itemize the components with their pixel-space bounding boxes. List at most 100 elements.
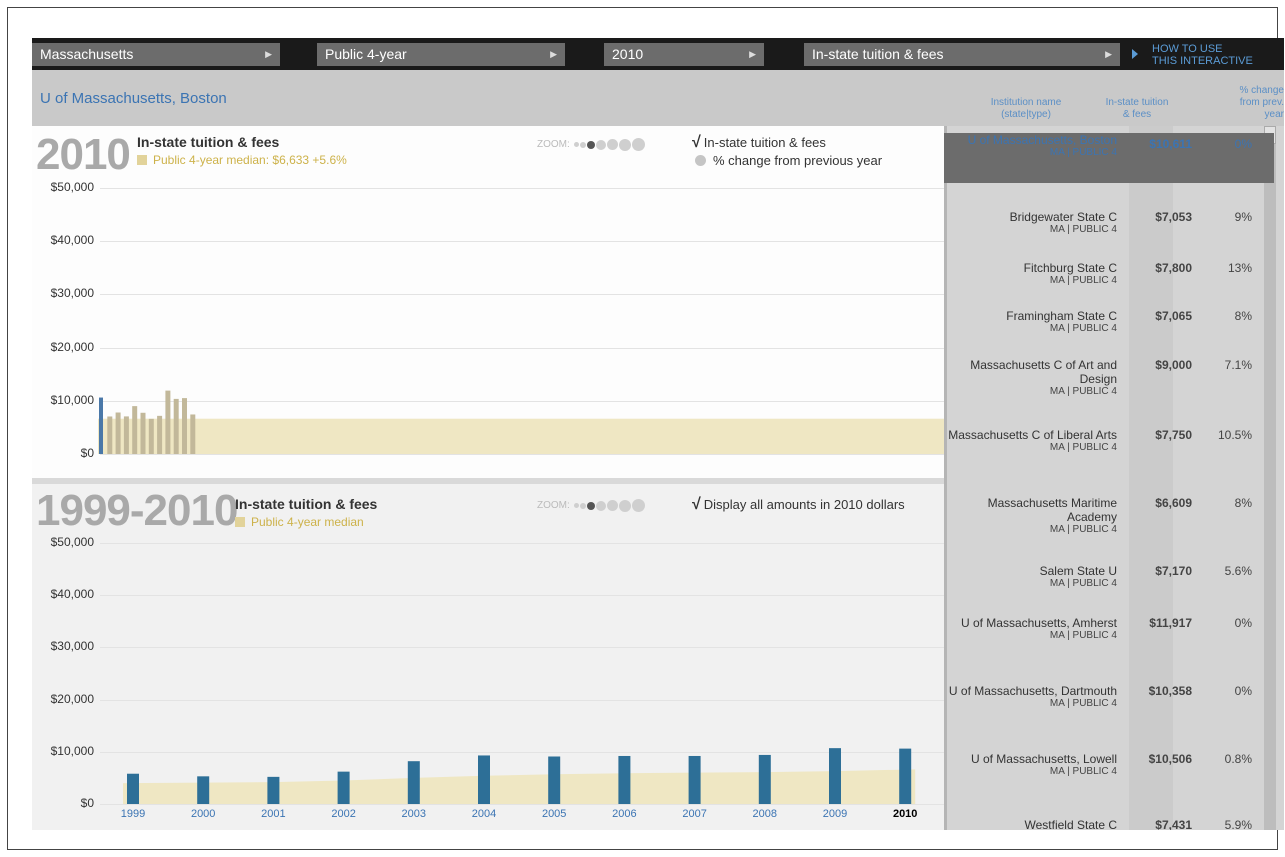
bar-year [407,761,420,804]
institution-row[interactable]: Salem State U MA | PUBLIC 4 $7,170 5.6% [944,564,1274,608]
bar-year [829,748,841,804]
bar-year [337,771,350,804]
bar-year [758,754,771,804]
history-panel: 1999-2010 In-state tuition & fees Public… [32,484,946,830]
institution-row[interactable]: Westfield State C $7,431 5.9% [944,818,1274,830]
institution-tuition: $7,431 [1155,818,1192,830]
bar-institution [107,416,113,454]
institution-row[interactable]: Fitchburg State C MA | PUBLIC 4 $7,800 13% [944,261,1274,305]
col-header-tuition-l2: & fees [1122,109,1152,120]
institution-row[interactable]: Massachusetts C of Liberal Arts MA | PUBL… [944,428,1274,488]
col-header-tuition-l1: In-state tuition [1105,97,1169,108]
bar-institution [140,412,146,454]
x-tick-label[interactable]: 2006 [612,808,636,820]
bar-institution [115,412,121,454]
year-selector[interactable]: 2010 ▶ [604,43,764,66]
institution-row[interactable]: Massachusetts C of Art and Design MA | PU… [944,358,1274,418]
bar-institution [132,406,138,454]
institution-pct-change: 8% [1234,496,1252,510]
institution-name: U of Massachusetts, Boston MA | PUBLIC 4 [947,133,1117,159]
median-band [98,418,944,454]
bar-year [548,756,561,804]
measure-selector[interactable]: In-state tuition & fees ▶ [804,43,1120,66]
institution-pct-change: 7.1% [1224,358,1252,372]
x-tick-label[interactable]: 2002 [331,808,355,820]
institution-row[interactable]: Framingham State C MA | PUBLIC 4 $7,065 8% [944,309,1274,353]
panel1-bar-chart [98,390,944,454]
institution-pct-change: 9% [1234,210,1252,224]
col-header-name[interactable]: Institution name (state|type) [976,97,1076,121]
x-tick-label[interactable]: 2010 [893,808,917,820]
chevron-right-icon: ▶ [749,49,756,59]
x-tick-label[interactable]: 2000 [191,808,215,820]
col-header-tuition[interactable]: In-state tuition & fees [1095,97,1179,121]
bar-institution [190,414,196,454]
col-header-name-l2: (state|type) [1001,109,1051,120]
institution-row[interactable]: Bridgewater State C MA | PUBLIC 4 $7,053 9% [944,210,1274,254]
bar-institution [182,398,187,454]
institution-state-type: MA | PUBLIC 4 [1049,386,1117,397]
institution-name: Salem State U MA | PUBLIC 4 [947,564,1117,590]
type-selector[interactable]: Public 4-year ▶ [317,43,565,66]
x-tick-label[interactable]: 2007 [682,808,706,820]
institution-tuition: $10,358 [1148,684,1192,698]
selector-bar: Massachusetts ▶ Public 4-year ▶ 2010 ▶ I… [32,38,1284,70]
institution-row[interactable]: U of Massachusetts, Dartmouth MA | PUBLIC… [944,684,1274,744]
institution-name: U of Massachusetts, Amherst MA | PUBLIC 4 [947,616,1117,642]
measure-selector-label: In-state tuition & fees [812,46,944,62]
institution-state-type: MA | PUBLIC 4 [1049,275,1117,286]
institution-tuition: $7,800 [1155,261,1192,275]
bar-institution [157,415,163,454]
x-tick-label[interactable]: 2003 [402,808,426,820]
col-header-change-l2: from prev. [1239,97,1284,108]
institution-tuition: $10,506 [1148,752,1192,766]
institution-tuition: $11,917 [1149,616,1192,630]
x-tick-label[interactable]: 2009 [823,808,847,820]
institution-tuition: $9,000 [1155,358,1192,372]
interactive-app: Massachusetts ▶ Public 4-year ▶ 2010 ▶ I… [32,38,1284,830]
bar-year [197,776,210,804]
state-selector[interactable]: Massachusetts ▶ [32,43,280,66]
institution-state-type: MA | PUBLIC 4 [1049,224,1117,235]
x-tick-label[interactable]: 1999 [121,808,145,820]
institution-name: Fitchburg State C MA | PUBLIC 4 [947,261,1117,287]
bar-institution [165,390,171,454]
x-tick-label[interactable]: 2001 [261,808,285,820]
col-header-change[interactable]: % change from prev. year [1192,85,1284,121]
x-tick-label[interactable]: 2005 [542,808,566,820]
x-tick-label[interactable]: 2008 [753,808,777,820]
institution-tuition: $7,065 [1155,309,1192,323]
institution-name: U of Massachusetts, Lowell MA | PUBLIC 4 [947,752,1117,778]
x-tick-label[interactable]: 2004 [472,808,496,820]
institution-row[interactable]: U of Massachusetts, Amherst MA | PUBLIC 4… [944,616,1274,676]
howto-line1: HOW TO USE [1152,43,1223,55]
bar-institution [148,418,154,454]
col-header-change-l3: year [1264,109,1284,120]
current-year-panel: 2010 In-state tuition & fees Public 4-ye… [32,126,946,478]
institution-name: Massachusetts C of Liberal Arts MA | PUBL… [948,428,1117,453]
bar-year [618,755,631,804]
institution-name: Massachusetts C of Art and Design MA | PU… [947,358,1117,398]
institution-row[interactable]: U of Massachusetts, Lowell MA | PUBLIC 4 $… [944,752,1274,812]
institution-pct-change: 13% [1227,261,1252,275]
institution-pct-change: 0% [1234,616,1252,630]
type-selector-label: Public 4-year [325,46,407,62]
institution-row[interactable]: U of Massachusetts, Boston MA | PUBLIC 4 $… [944,133,1274,183]
bar-selected-institution [99,397,103,454]
bar-year [127,773,139,804]
median-area [123,769,916,804]
institution-state-type: MA | PUBLIC 4 [1049,323,1117,334]
institution-pct-change: 10.5% [1217,428,1252,442]
how-to-use-link[interactable]: HOW TO USE THIS INTERACTIVE [1132,41,1284,69]
institution-state-type: MA | PUBLIC 4 [1049,442,1117,453]
col-header-change-l1: % change [1239,85,1284,96]
institution-pct-change: 0% [1234,137,1252,151]
bar-institution [123,416,129,454]
institution-state-type: MA | PUBLIC 4 [1049,630,1117,641]
institution-state-type: MA | PUBLIC 4 [1049,578,1117,589]
institution-tuition: $6,609 [1155,496,1192,510]
institution-row[interactable]: Massachusetts Maritime Academy MA | PUBLI… [944,496,1274,556]
institution-tuition: $7,170 [1155,564,1192,578]
institution-pct-change: 0.8% [1224,752,1252,766]
bar-year [267,776,280,804]
